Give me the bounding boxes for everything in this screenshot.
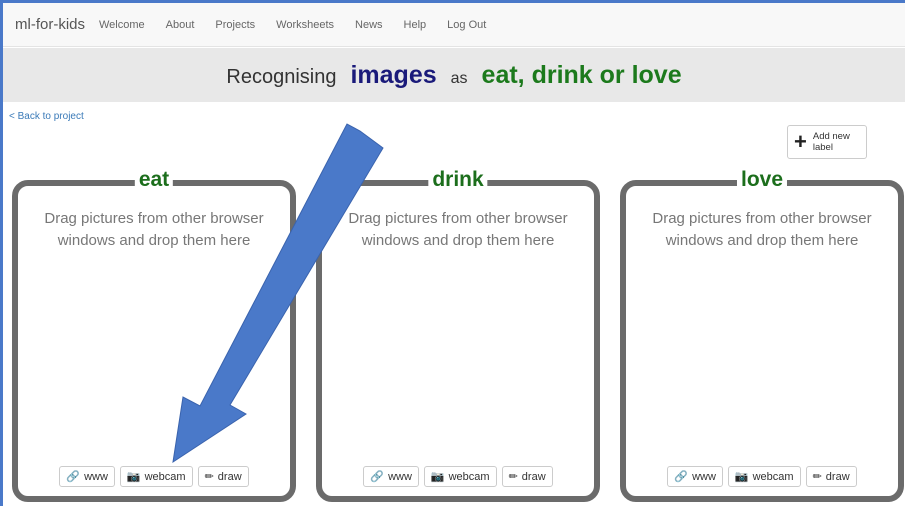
draw-label: draw xyxy=(825,470,850,483)
pencil-icon: ✏ xyxy=(812,471,822,483)
link-icon: 🔗 xyxy=(674,471,689,483)
webcam-label: webcam xyxy=(752,470,794,483)
navbar: ml-for-kids Welcome About Projects Works… xyxy=(3,3,905,47)
bucket-title: love xyxy=(736,168,788,192)
back-to-project-link[interactable]: < Back to project xyxy=(9,111,84,122)
www-button[interactable]: 🔗 www xyxy=(59,466,115,487)
bucket-actions: 🔗 www 📷 webcam ✏ draw xyxy=(626,466,898,487)
bucket-actions: 🔗 www 📷 webcam ✏ draw xyxy=(18,466,290,487)
nav-about[interactable]: About xyxy=(166,19,195,31)
webcam-label: webcam xyxy=(144,470,186,483)
nav-worksheets[interactable]: Worksheets xyxy=(276,19,334,31)
bucket-love[interactable]: love Drag pictures from other browser wi… xyxy=(620,168,904,502)
bucket-drink[interactable]: drink Drag pictures from other browser w… xyxy=(316,168,600,502)
draw-button[interactable]: ✏ draw xyxy=(197,466,249,487)
www-label: www xyxy=(692,470,716,483)
webcam-button[interactable]: 📷 webcam xyxy=(423,466,497,487)
www-label: www xyxy=(388,470,412,483)
pencil-icon: ✏ xyxy=(204,471,214,483)
project-banner: Recognising images as eat, drink or love xyxy=(3,48,905,102)
camera-icon: 📷 xyxy=(430,471,445,483)
banner-labels: eat, drink or love xyxy=(481,61,682,89)
webcam-button[interactable]: 📷 webcam xyxy=(727,466,801,487)
nav-news[interactable]: News xyxy=(355,19,383,31)
nav-logout[interactable]: Log Out xyxy=(447,19,486,31)
add-new-label-text: Add new label xyxy=(812,130,850,153)
banner-as: as xyxy=(450,70,468,87)
drop-instructions: Drag pictures from other browser windows… xyxy=(44,210,264,249)
banner-prefix: Recognising xyxy=(226,66,337,88)
camera-icon: 📷 xyxy=(126,471,141,483)
webcam-label: webcam xyxy=(448,470,490,483)
pencil-icon: ✏ xyxy=(508,471,518,483)
banner-type: images xyxy=(350,61,437,89)
link-icon: 🔗 xyxy=(66,471,81,483)
brand-link[interactable]: ml-for-kids xyxy=(15,16,85,33)
camera-icon: 📷 xyxy=(734,471,749,483)
nav-help[interactable]: Help xyxy=(404,19,427,31)
www-button[interactable]: 🔗 www xyxy=(363,466,419,487)
draw-label: draw xyxy=(521,470,546,483)
bucket-eat[interactable]: eat Drag pictures from other browser win… xyxy=(12,168,296,502)
draw-button[interactable]: ✏ draw xyxy=(501,466,553,487)
plus-icon: + xyxy=(794,129,807,154)
link-icon: 🔗 xyxy=(370,471,385,483)
bucket-title: drink xyxy=(428,168,488,192)
nav-welcome[interactable]: Welcome xyxy=(99,19,145,31)
add-new-label-button[interactable]: + Add new label xyxy=(787,125,867,159)
webcam-button[interactable]: 📷 webcam xyxy=(119,466,193,487)
draw-button[interactable]: ✏ draw xyxy=(805,466,857,487)
draw-label: draw xyxy=(217,470,242,483)
nav-projects[interactable]: Projects xyxy=(215,19,255,31)
drop-instructions: Drag pictures from other browser windows… xyxy=(652,210,872,249)
bucket-actions: 🔗 www 📷 webcam ✏ draw xyxy=(322,466,594,487)
bucket-title: eat xyxy=(134,168,174,192)
www-button[interactable]: 🔗 www xyxy=(667,466,723,487)
drop-instructions: Drag pictures from other browser windows… xyxy=(348,210,568,249)
www-label: www xyxy=(84,470,108,483)
